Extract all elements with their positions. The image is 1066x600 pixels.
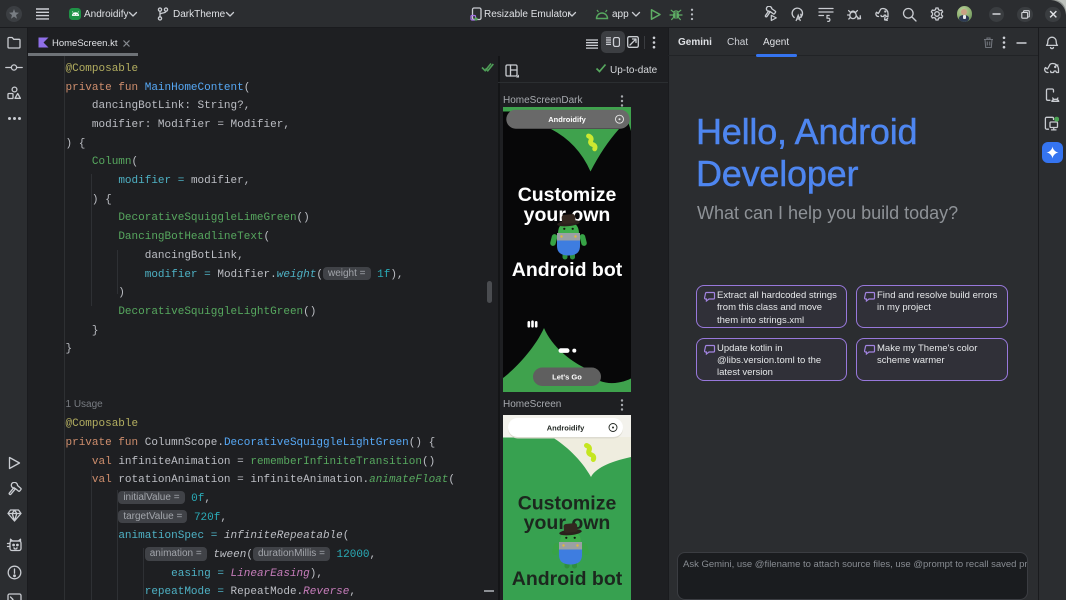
svg-text:Androidify: Androidify [548, 115, 586, 124]
svg-text:Android bot: Android bot [512, 259, 623, 281]
svg-text:Androidify: Androidify [547, 424, 585, 433]
svg-text:Android bot: Android bot [512, 568, 623, 590]
svg-text:Customize: Customize [518, 184, 617, 206]
svg-text:Let's Go: Let's Go [552, 373, 582, 382]
